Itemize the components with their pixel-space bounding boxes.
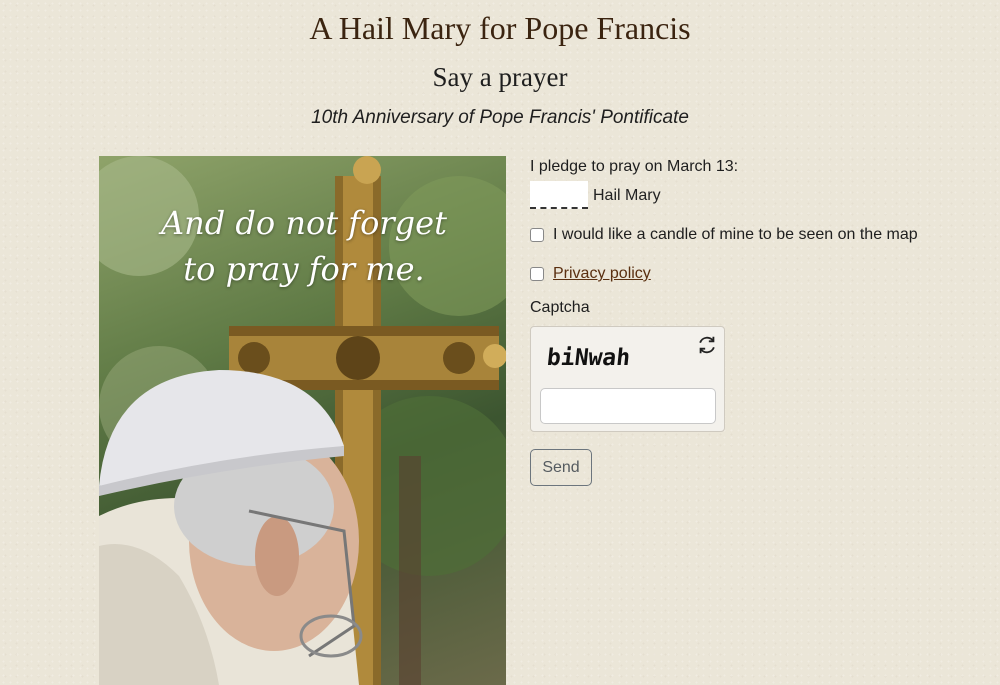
pope-cross-photo: And do not forget to pray for me. [99, 156, 506, 685]
quote-line-1: And do not forget [161, 204, 447, 242]
page-tagline: 10th Anniversary of Pope Francis' Pontif… [311, 107, 689, 128]
send-button[interactable]: Send [530, 449, 592, 486]
hail-mary-count-input[interactable] [530, 181, 588, 209]
privacy-row[interactable]: Privacy policy [530, 260, 970, 288]
quote-line-2: to pray for me. [183, 250, 425, 288]
candle-checkbox[interactable] [530, 228, 544, 242]
photo-quote: And do not forget to pray for me. [119, 200, 489, 292]
pledge-form: I pledge to pray on March 13: Hail Mary … [530, 158, 970, 486]
pledge-unit-label: Hail Mary [593, 187, 661, 204]
pledge-label: I pledge to pray on March 13: [530, 158, 739, 175]
candle-label: I would like a candle of mine to be seen… [553, 226, 918, 243]
captcha-label: Captcha [530, 299, 590, 316]
candle-row[interactable]: I would like a candle of mine to be seen… [530, 221, 970, 249]
page-subtitle: Say a prayer [432, 62, 568, 92]
captcha-input[interactable] [540, 388, 716, 424]
privacy-checkbox[interactable] [530, 267, 544, 281]
captcha-box: biNwah [530, 326, 725, 432]
pledge-row: Hail Mary [530, 181, 970, 213]
refresh-icon[interactable] [696, 334, 718, 356]
page-title: A Hail Mary for Pope Francis [309, 10, 691, 46]
privacy-policy-link[interactable]: Privacy policy [553, 265, 651, 283]
captcha-image-text: biNwah [545, 345, 632, 371]
